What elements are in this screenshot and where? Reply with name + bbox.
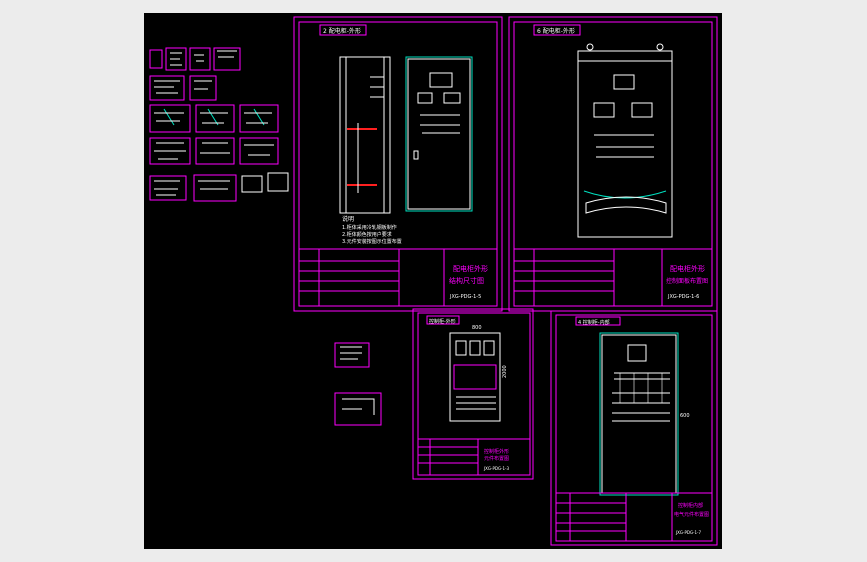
sheet-c-tag: 控制柜-外形 bbox=[429, 318, 456, 325]
sheet-d[interactable]: 4 控制柜-内部 600 控制柜内部 电气元件布置图 JXG-PDG-1-7 bbox=[550, 310, 718, 546]
notes-line-3: 3.元件安装按图示位置布置 bbox=[342, 238, 402, 245]
notes-line-2: 2.柜体颜色按用户要求 bbox=[342, 231, 392, 238]
sheet-d-tag: 4 控制柜-内部 bbox=[578, 319, 610, 326]
sheet-b-title-2: 控制面板布置图 bbox=[666, 277, 708, 285]
sheet-c-title-1: 控制柜外形 bbox=[484, 448, 509, 455]
notes-line-1: 1.柜体采用冷轧钢板制作 bbox=[342, 224, 397, 231]
dim-side: 2000 bbox=[502, 365, 508, 378]
sheet-c-title-2: 元件布置图 bbox=[484, 455, 509, 462]
sheet-a-title-2: 结构尺寸图 bbox=[449, 276, 484, 285]
sheet-b-title-1: 配电柜外形 bbox=[670, 264, 705, 273]
sheet-a[interactable]: 2 配电柜-外形 说明 1.柜体采用冷轧钢板制作 2.柜体颜色按用户要求 3.元… bbox=[293, 16, 503, 312]
dim-top: 800 bbox=[472, 325, 482, 331]
sheet-c-code: JXG-PDG-1-3 bbox=[483, 466, 509, 471]
drawing-viewport[interactable]: 2 配电柜-外形 说明 1.柜体采用冷轧钢板制作 2.柜体颜色按用户要求 3.元… bbox=[144, 13, 722, 549]
detail-thumbnails[interactable] bbox=[334, 342, 382, 426]
sheet-a-title-1: 配电柜外形 bbox=[453, 264, 488, 273]
sheet-b-code: JXG-PDG-1-6 bbox=[667, 294, 699, 300]
sheet-d-title-2: 电气元件布置图 bbox=[674, 511, 709, 518]
sheet-a-code: JXG-PDG-1-5 bbox=[449, 294, 481, 300]
sheet-a-tag: 2 配电柜-外形 bbox=[323, 27, 361, 35]
dim-sheet-d: 600 bbox=[680, 413, 690, 419]
sheet-d-code: JXG-PDG-1-7 bbox=[675, 530, 701, 535]
cad-drawing: 2 配电柜-外形 说明 1.柜体采用冷轧钢板制作 2.柜体颜色按用户要求 3.元… bbox=[149, 16, 718, 546]
sheet-c[interactable]: 控制柜-外形 800 2000 控制柜外形 元件布置图 JXG-PDG-1-3 bbox=[412, 308, 534, 480]
sheet-b[interactable]: 6 配电柜-外形 配电柜外形 控制面板布置图 JXG-PDG-1-6 bbox=[508, 16, 718, 312]
sheet-d-title-1: 控制柜内部 bbox=[678, 502, 703, 509]
sheet-b-tag: 6 配电柜-外形 bbox=[537, 27, 575, 35]
notes-heading: 说明 bbox=[342, 215, 354, 223]
thumbnail-sheets[interactable] bbox=[149, 47, 289, 202]
